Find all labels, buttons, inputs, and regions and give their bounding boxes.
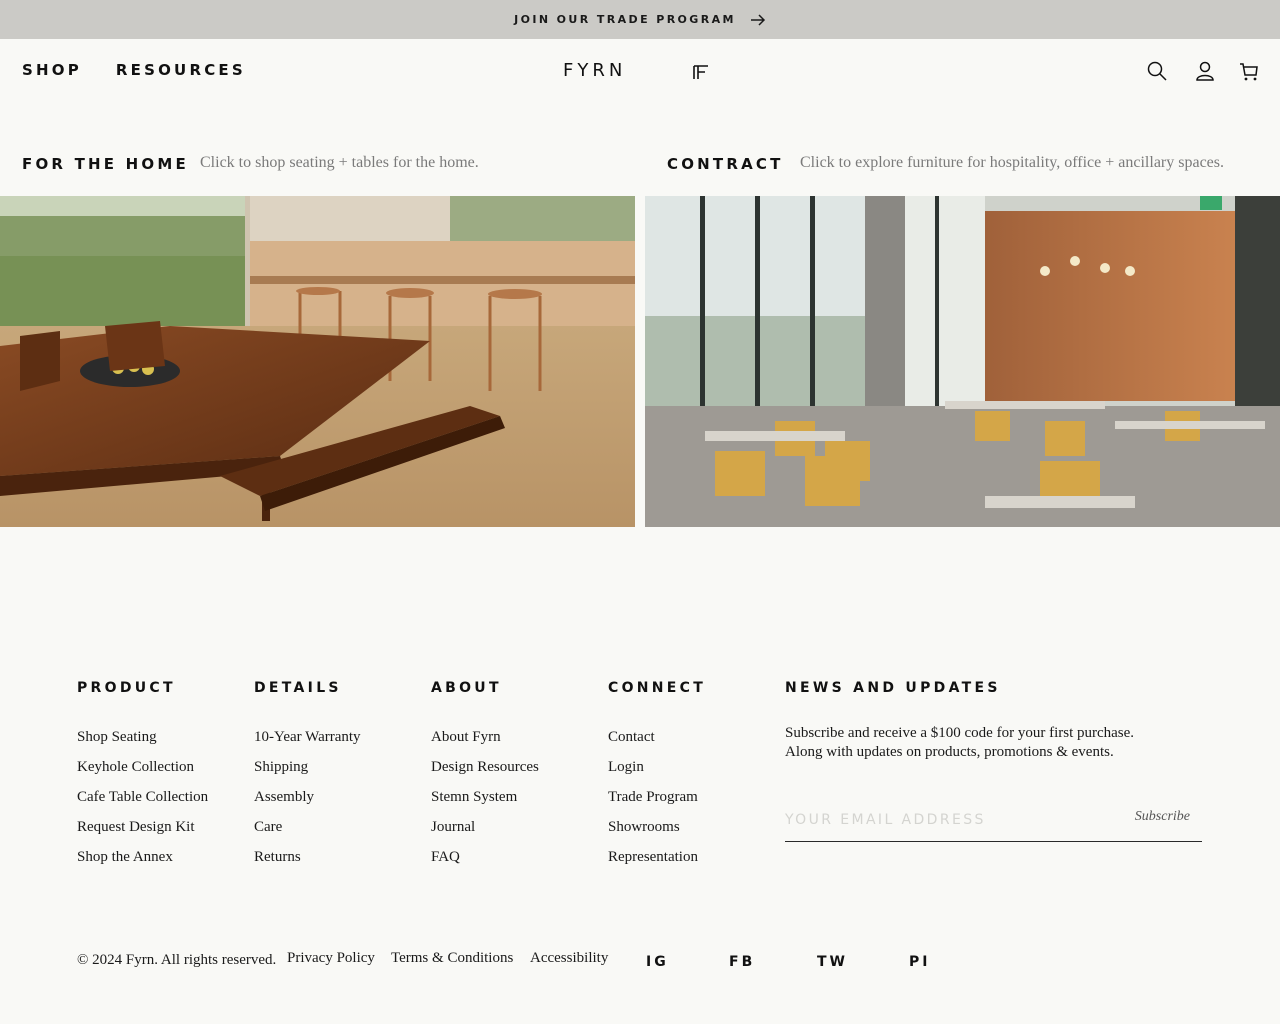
contract-heading[interactable]: CONTRACT: [667, 155, 784, 173]
footer-link[interactable]: Assembly: [254, 788, 361, 807]
cart-icon[interactable]: [1238, 60, 1260, 82]
home-heading[interactable]: FOR THE HOME: [22, 155, 189, 173]
footer-heading-connect: CONNECT: [608, 680, 707, 696]
banner-text: JOIN OUR TRADE PROGRAM: [514, 13, 736, 26]
social-pinterest[interactable]: PI: [909, 954, 930, 970]
footer-link[interactable]: Showrooms: [608, 818, 698, 837]
news-line-2: Along with updates on products, promotio…: [785, 744, 1114, 760]
arrow-right-icon: [750, 13, 765, 26]
footer-link[interactable]: Representation: [608, 848, 698, 867]
footer-heading-details: DETAILS: [254, 680, 342, 696]
subscribe-button[interactable]: Subscribe: [1135, 809, 1190, 825]
footer-link[interactable]: Design Resources: [431, 758, 539, 777]
footer-link[interactable]: Trade Program: [608, 788, 698, 807]
social-instagram[interactable]: IG: [646, 954, 669, 970]
footer-link[interactable]: Returns: [254, 848, 361, 867]
news-heading: NEWS AND UPDATES: [785, 680, 1001, 696]
news-line-1: Subscribe and receive a $100 code for yo…: [785, 725, 1135, 741]
footer-heading-about: ABOUT: [431, 680, 502, 696]
footer-link[interactable]: Shop Seating: [77, 728, 208, 747]
privacy-policy-link[interactable]: Privacy Policy: [287, 950, 375, 967]
copyright: © 2024 Fyrn. All rights reserved.: [77, 952, 277, 968]
main-nav: SHOP RESOURCES: [22, 61, 246, 79]
footer-link[interactable]: Keyhole Collection: [77, 758, 208, 777]
footer-link[interactable]: Care: [254, 818, 361, 837]
account-icon[interactable]: [1194, 60, 1216, 82]
home-description[interactable]: Click to shop seating + tables for the h…: [200, 154, 479, 172]
newsletter-form: Subscribe: [785, 806, 1202, 842]
trade-program-banner[interactable]: JOIN OUR TRADE PROGRAM: [0, 0, 1280, 39]
search-icon[interactable]: [1146, 60, 1168, 82]
home-photo[interactable]: [0, 196, 635, 527]
contract-description[interactable]: Click to explore furniture for hospitali…: [800, 154, 1224, 172]
social-twitter[interactable]: TW: [817, 954, 848, 970]
footer-heading-product: PRODUCT: [77, 680, 176, 696]
news-description: Subscribe and receive a $100 code for yo…: [785, 724, 1134, 762]
footer-link[interactable]: Request Design Kit: [77, 818, 208, 837]
footer-link[interactable]: Shipping: [254, 758, 361, 777]
footer-column-connect: Contact Login Trade Program Showrooms Re…: [608, 728, 698, 867]
footer-link[interactable]: Cafe Table Collection: [77, 788, 208, 807]
footer-column-product: Shop Seating Keyhole Collection Cafe Tab…: [77, 728, 208, 867]
nav-shop[interactable]: SHOP: [22, 61, 82, 79]
logo-wordmark[interactable]: FYRN: [563, 60, 626, 81]
accessibility-link[interactable]: Accessibility: [530, 950, 608, 967]
nav-resources[interactable]: RESOURCES: [116, 61, 246, 79]
social-facebook[interactable]: FB: [729, 954, 755, 970]
email-input[interactable]: [785, 812, 1115, 828]
terms-link[interactable]: Terms & Conditions: [391, 950, 513, 967]
footer-column-about: About Fyrn Design Resources Stemn System…: [431, 728, 539, 867]
footer-column-details: 10-Year Warranty Shipping Assembly Care …: [254, 728, 361, 867]
footer-link[interactable]: Journal: [431, 818, 539, 837]
footer-link[interactable]: 10-Year Warranty: [254, 728, 361, 747]
footer-link[interactable]: Login: [608, 758, 698, 777]
footer-link[interactable]: About Fyrn: [431, 728, 539, 747]
footer-link[interactable]: Contact: [608, 728, 698, 747]
logo-mark-icon[interactable]: [693, 65, 709, 80]
contract-photo[interactable]: [645, 196, 1280, 527]
footer-link[interactable]: Stemn System: [431, 788, 539, 807]
footer-link[interactable]: Shop the Annex: [77, 848, 208, 867]
footer-link[interactable]: FAQ: [431, 848, 539, 867]
